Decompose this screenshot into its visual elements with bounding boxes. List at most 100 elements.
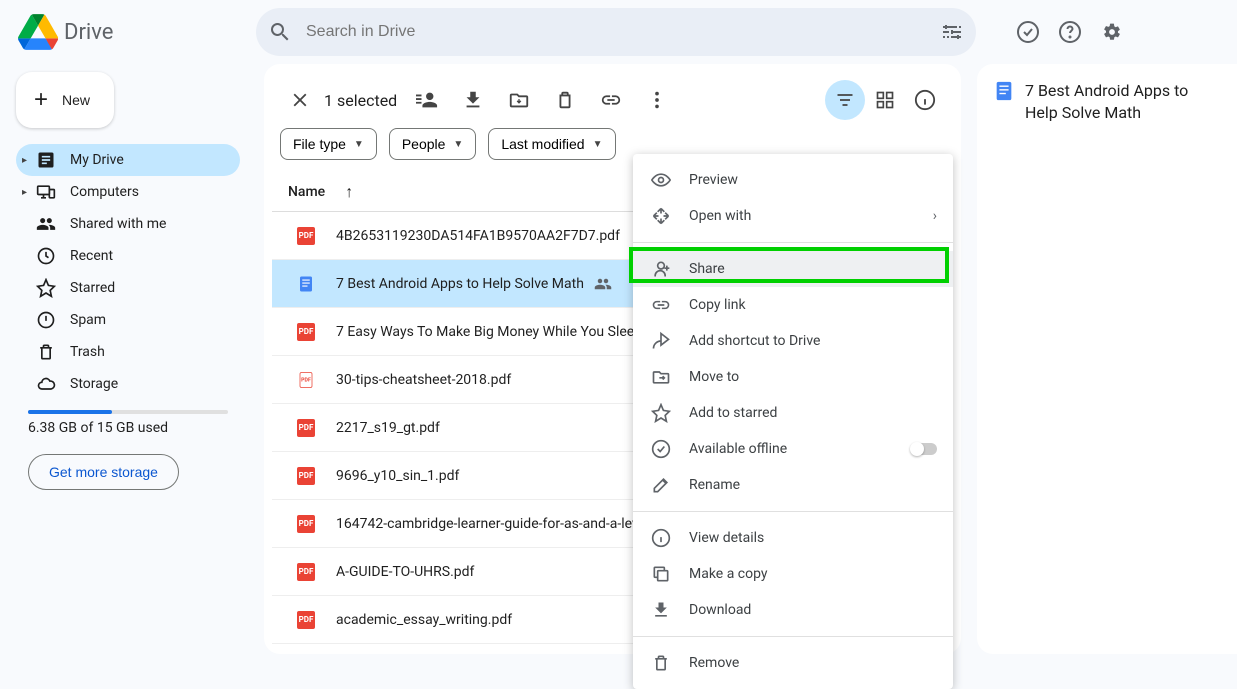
search-options-icon[interactable] [940, 20, 964, 44]
menu-item-view-details[interactable]: View details [633, 520, 953, 556]
file-type-icon: PDF [294, 512, 318, 536]
column-name[interactable]: Name [288, 184, 325, 200]
menu-item-copy-link[interactable]: Copy link [633, 287, 953, 323]
group-icon [34, 212, 58, 236]
filter-file-type[interactable]: File type▼ [280, 128, 377, 160]
menu-separator [633, 636, 953, 637]
sidebar-item-label: Shared with me [70, 216, 166, 232]
more-actions-button[interactable] [637, 80, 677, 120]
menu-item-label: Share [689, 261, 725, 277]
filter-last-modified[interactable]: Last modified▼ [488, 128, 615, 160]
menu-item-available-offline[interactable]: Available offline [633, 431, 953, 467]
menu-item-label: Move to [689, 369, 739, 385]
new-button[interactable]: + New [16, 72, 114, 128]
sidebar-item-spam[interactable]: Spam [16, 304, 240, 336]
sidebar-item-recent[interactable]: Recent [16, 240, 240, 272]
info-icon [649, 526, 673, 550]
search-bar[interactable] [256, 8, 976, 56]
chevron-right-icon: › [933, 208, 937, 224]
sidebar-item-label: Starred [70, 280, 115, 296]
copy-icon [649, 562, 673, 586]
menu-item-label: Preview [689, 172, 738, 188]
sidebar-item-label: My Drive [70, 152, 124, 168]
file-type-icon: PDF [294, 320, 318, 344]
menu-item-share[interactable]: Share [633, 251, 953, 287]
menu-item-preview[interactable]: Preview [633, 162, 953, 198]
sidebar-item-label: Computers [70, 184, 139, 200]
logo-section: Drive [16, 10, 256, 54]
ready-offline-icon[interactable] [1016, 20, 1040, 44]
menu-item-add-shortcut-to-drive[interactable]: Add shortcut to Drive [633, 323, 953, 359]
devices-icon [34, 180, 58, 204]
menu-item-label: Add shortcut to Drive [689, 333, 820, 349]
menu-item-label: Remove [689, 655, 739, 671]
chevron-down-icon: ▼ [354, 139, 364, 150]
drive-logo-icon[interactable] [16, 10, 60, 54]
sidebar-item-storage[interactable]: Storage [16, 368, 240, 400]
details-title: 7 Best Android Apps to Help Solve Math [1025, 80, 1221, 123]
filter-people[interactable]: People▼ [389, 128, 477, 160]
menu-item-add-to-starred[interactable]: Add to starred [633, 395, 953, 431]
sidebar: + New ▸ My Drive ▸ Computers Shared with me R… [0, 64, 256, 654]
header: Drive [0, 0, 1237, 64]
menu-item-label: Copy link [689, 297, 746, 313]
support-icon[interactable] [1058, 20, 1082, 44]
menu-item-label: View details [689, 530, 764, 546]
settings-icon[interactable] [1100, 20, 1124, 44]
menu-item-download[interactable]: Download [633, 592, 953, 628]
star-icon [649, 401, 673, 425]
expand-caret-icon: ▸ [22, 187, 34, 198]
storage-text: 6.38 GB of 15 GB used [28, 420, 228, 436]
new-button-label: New [62, 92, 90, 108]
gdoc-icon [993, 80, 1015, 102]
shared-icon [594, 275, 612, 293]
product-name: Drive [64, 20, 113, 45]
storage-bar [28, 410, 228, 414]
sidebar-item-my-drive[interactable]: ▸ My Drive [16, 144, 240, 176]
remove-icon [649, 651, 673, 675]
trash-icon [34, 340, 58, 364]
sidebar-item-label: Trash [70, 344, 105, 360]
spam-icon [34, 308, 58, 332]
download-button[interactable] [453, 80, 493, 120]
get-storage-button[interactable]: Get more storage [28, 454, 179, 490]
move-button[interactable] [499, 80, 539, 120]
download-icon [649, 598, 673, 622]
menu-item-label: Download [689, 602, 751, 618]
selection-count: 1 selected [324, 91, 397, 110]
menu-item-open-with[interactable]: Open with› [633, 198, 953, 234]
details-panel: 7 Best Android Apps to Help Solve Math [977, 64, 1237, 654]
filter-toggle-button[interactable] [825, 80, 865, 120]
header-actions [1016, 20, 1124, 44]
file-type-icon: PDF [294, 416, 318, 440]
file-type-icon: PDF [294, 368, 318, 392]
expand-caret-icon: ▸ [22, 155, 34, 166]
menu-item-remove[interactable]: Remove [633, 645, 953, 681]
move-icon [649, 365, 673, 389]
star-icon [34, 276, 58, 300]
sidebar-item-starred[interactable]: Starred [16, 272, 240, 304]
openwith-icon [649, 204, 673, 228]
offline-toggle[interactable] [911, 443, 937, 455]
view-grid-button[interactable] [865, 80, 905, 120]
chevron-down-icon: ▼ [453, 139, 463, 150]
menu-item-make-a-copy[interactable]: Make a copy [633, 556, 953, 592]
sidebar-item-trash[interactable]: Trash [16, 336, 240, 368]
clear-selection-button[interactable] [280, 80, 320, 120]
search-icon [268, 20, 292, 44]
delete-button[interactable] [545, 80, 585, 120]
cloud-icon [34, 372, 58, 396]
file-type-icon [294, 272, 318, 296]
link-button[interactable] [591, 80, 631, 120]
view-details-button[interactable] [905, 80, 945, 120]
sort-arrow-icon[interactable]: ↑ [345, 182, 353, 202]
menu-item-rename[interactable]: Rename [633, 467, 953, 503]
menu-item-move-to[interactable]: Move to [633, 359, 953, 395]
file-type-icon: PDF [294, 560, 318, 584]
search-input[interactable] [306, 8, 940, 56]
sidebar-item-shared-with-me[interactable]: Shared with me [16, 208, 240, 240]
sidebar-item-label: Spam [70, 312, 106, 328]
sidebar-item-computers[interactable]: ▸ Computers [16, 176, 240, 208]
share-button[interactable] [407, 80, 447, 120]
menu-item-label: Rename [689, 477, 740, 493]
